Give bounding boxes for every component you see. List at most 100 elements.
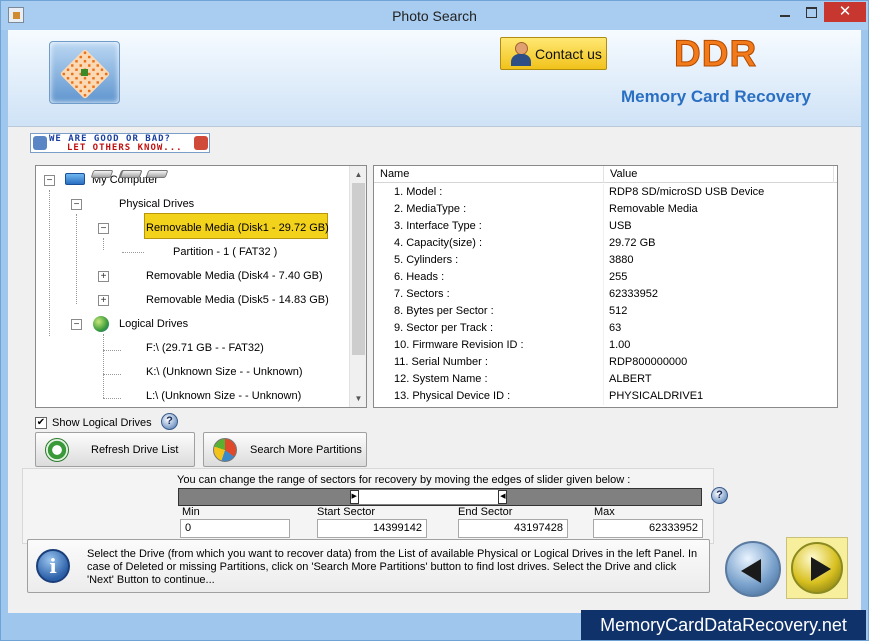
back-button[interactable]	[725, 541, 781, 597]
column-header-name[interactable]: Name	[374, 166, 604, 183]
table-row[interactable]: 11. Serial Number : RDP800000000	[374, 354, 837, 371]
min-field: 0	[180, 519, 290, 538]
pie-chart-icon	[213, 438, 237, 462]
collapse-toggle[interactable]: −	[71, 199, 82, 210]
property-name: 10. Firmware Revision ID :	[374, 337, 604, 354]
scroll-up-icon[interactable]: ▲	[350, 166, 366, 183]
tree-node-partition[interactable]: Partition - 1 ( FAT32 )	[173, 244, 277, 261]
drive-tree[interactable]: − My Computer − Physical Drives − Remova…	[35, 165, 367, 408]
tree-node-physical-0[interactable]: Removable Media (Disk1 - 29.72 GB)	[146, 220, 329, 237]
product-name: Memory Card Recovery	[621, 87, 811, 106]
feedback-banner[interactable]: WE ARE GOOD OR BAD? LET OTHERS KNOW...	[30, 133, 210, 153]
table-row[interactable]: 1. Model : RDP8 SD/microSD USB Device	[374, 184, 837, 201]
drive-icon	[119, 170, 143, 178]
property-value: 512	[609, 305, 628, 317]
property-value: ALBERT	[609, 373, 652, 385]
property-name: 7. Sectors :	[374, 286, 604, 303]
computer-icon	[65, 173, 85, 185]
max-field: 62333952	[593, 519, 703, 538]
search-more-partitions-button[interactable]: Search More Partitions	[203, 432, 367, 467]
property-value: PHYSICALDRIVE1	[609, 390, 704, 402]
table-row[interactable]: 8. Bytes per Sector : 512	[374, 303, 837, 320]
start-sector-field[interactable]: 14399142	[317, 519, 427, 538]
end-sector-field[interactable]: 43197428	[458, 519, 568, 538]
table-row[interactable]: 5. Cylinders : 3880	[374, 252, 837, 269]
close-button[interactable]: ✕	[824, 2, 866, 22]
info-text: Select the Drive (from which you want to…	[87, 548, 698, 586]
logo-center-icon	[81, 69, 88, 76]
search-more-partitions-label: Search More Partitions	[250, 444, 362, 456]
property-name: 13. Physical Device ID :	[374, 388, 604, 405]
window-title: Photo Search	[392, 8, 477, 24]
property-name: 8. Bytes per Sector :	[374, 303, 604, 320]
collapse-toggle[interactable]: −	[98, 223, 109, 234]
contact-us-label: Contact us	[535, 46, 602, 62]
table-row[interactable]: 9. Sector per Track : 63	[374, 320, 837, 337]
tree-node-logical-drives[interactable]: Logical Drives	[119, 316, 188, 333]
refresh-icon	[45, 438, 69, 462]
property-name: 4. Capacity(size) :	[374, 235, 604, 252]
property-name: 6. Heads :	[374, 269, 604, 286]
website-banner[interactable]: MemoryCardDataRecovery.net	[581, 610, 866, 640]
property-value: 3880	[609, 254, 634, 266]
property-name: 3. Interface Type :	[374, 218, 604, 235]
slider-end-handle[interactable]: ◀	[498, 490, 508, 504]
table-row[interactable]: 6. Heads : 255	[374, 269, 837, 286]
table-row[interactable]: 12. System Name : ALBERT	[374, 371, 837, 388]
info-panel: i Select the Drive (from which you want …	[27, 539, 710, 593]
property-name: 2. MediaType :	[374, 201, 604, 218]
scroll-down-icon[interactable]: ▼	[350, 390, 366, 407]
table-row[interactable]: 7. Sectors : 62333952	[374, 286, 837, 303]
slider-selected-range	[358, 490, 499, 504]
property-value: 255	[609, 271, 628, 283]
max-label: Max	[594, 506, 615, 518]
table-header: Name Value	[374, 166, 837, 183]
help-icon[interactable]: ?	[161, 413, 178, 430]
brand-logo-text: DDR	[673, 33, 758, 75]
contact-us-button[interactable]: Contact us	[500, 37, 607, 70]
property-name: 9. Sector per Track :	[374, 320, 604, 337]
tree-node-physical-drives[interactable]: Physical Drives	[119, 196, 194, 213]
table-row[interactable]: 13. Physical Device ID : PHYSICALDRIVE1	[374, 388, 837, 405]
table-row[interactable]: 2. MediaType : Removable Media	[374, 201, 837, 218]
collapse-toggle[interactable]: −	[71, 319, 82, 330]
sector-range-slider[interactable]: ▶ ◀	[178, 488, 702, 506]
refresh-drive-list-label: Refresh Drive List	[91, 444, 179, 456]
property-name: 12. System Name :	[374, 371, 604, 388]
table-row[interactable]: 4. Capacity(size) : 29.72 GB	[374, 235, 837, 252]
end-sector-label: End Sector	[458, 506, 513, 518]
tree-node-physical-1[interactable]: Removable Media (Disk4 - 7.40 GB)	[146, 268, 323, 285]
app-window: Photo Search ✕ Contact us DDR Memory Car…	[0, 0, 869, 641]
slider-help-icon[interactable]: ?	[711, 487, 728, 504]
logo	[49, 41, 120, 104]
table-row[interactable]: 10. Firmware Revision ID : 1.00	[374, 337, 837, 354]
expand-toggle[interactable]: +	[98, 271, 109, 282]
expand-toggle[interactable]: +	[98, 295, 109, 306]
tree-node-logical-1[interactable]: K:\ (Unknown Size - - Unknown)	[146, 364, 303, 381]
property-value: 63	[609, 322, 622, 334]
info-icon: i	[36, 549, 70, 583]
minimize-button[interactable]	[772, 2, 798, 22]
refresh-drive-list-button[interactable]: Refresh Drive List	[35, 432, 195, 467]
tree-node-logical-0[interactable]: F:\ (29.71 GB - - FAT32)	[146, 340, 264, 357]
tree-node-physical-2[interactable]: Removable Media (Disk5 - 14.83 GB)	[146, 292, 329, 309]
checkbox-check-icon[interactable]: ✔	[35, 417, 47, 429]
title-bar: Photo Search ✕	[1, 1, 868, 30]
next-button[interactable]	[786, 537, 848, 599]
property-value: 29.72 GB	[609, 237, 656, 249]
tree-node-logical-2[interactable]: L:\ (Unknown Size - - Unknown)	[146, 388, 301, 405]
logical-drives-icon	[93, 316, 109, 332]
column-header-value[interactable]: Value	[604, 166, 834, 183]
property-name: 5. Cylinders :	[374, 252, 604, 269]
tree-scrollbar[interactable]: ▲ ▼	[349, 166, 366, 407]
maximize-button[interactable]	[798, 2, 824, 22]
slider-start-handle[interactable]: ▶	[349, 490, 359, 504]
table-row[interactable]: 3. Interface Type : USB	[374, 218, 837, 235]
property-value: 1.00	[609, 339, 631, 351]
min-label: Min	[182, 506, 200, 518]
partition-icon	[145, 170, 169, 178]
collapse-toggle[interactable]: −	[44, 175, 55, 186]
scroll-thumb[interactable]	[352, 183, 365, 355]
next-arrow-icon	[791, 542, 843, 594]
property-value: USB	[609, 220, 632, 232]
